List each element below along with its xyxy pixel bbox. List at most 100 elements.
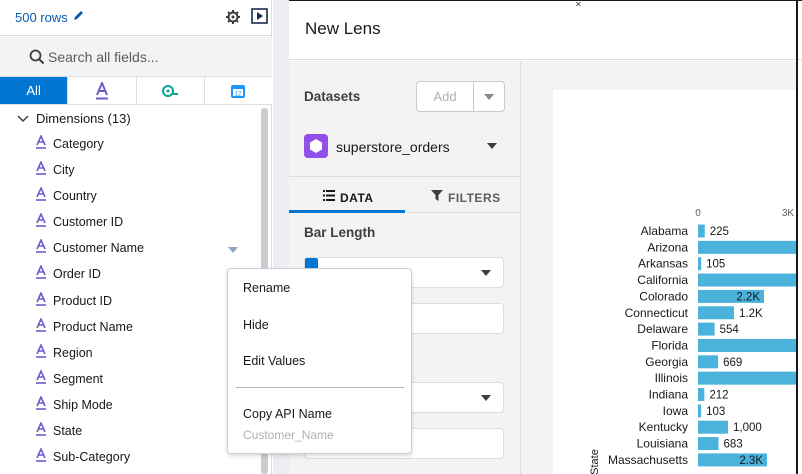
data-bar [698, 257, 702, 271]
text-field-icon [36, 317, 46, 332]
data-label: 1,000 [733, 422, 762, 434]
tab-measures[interactable] [136, 77, 205, 104]
dimension-field-list: Category City Country Customer ID Custom… [0, 132, 262, 471]
menu-item-edit-values[interactable]: Edit Values [243, 354, 305, 368]
search-input[interactable] [48, 45, 258, 69]
category-label: Kentucky [639, 420, 688, 434]
field-label: Region [53, 345, 93, 360]
field-label: Sub-Category [53, 450, 131, 465]
text-field-icon [36, 265, 46, 280]
tab-data-label: DATA [340, 191, 374, 205]
text-field-icon [36, 422, 46, 436]
data-label: 103 [706, 406, 725, 418]
lens-header: New Lens [289, 0, 802, 60]
field-item-city[interactable]: City [0, 158, 262, 184]
resize-handle-icon: ✕ [575, 0, 582, 9]
text-field-icon [36, 213, 46, 228]
preview-icon[interactable] [251, 8, 268, 24]
text-field-icon [95, 81, 108, 99]
data-label: 105 [706, 259, 725, 271]
category-label: Louisiana [637, 437, 689, 451]
data-bar [698, 306, 734, 320]
tab-all-label: All [26, 83, 41, 98]
chevron-down-icon [484, 94, 494, 100]
x-tick-label: 3K [782, 208, 795, 219]
tab-data[interactable]: DATA [289, 177, 405, 213]
add-dataset-dropdown-button[interactable] [473, 81, 505, 112]
category-label: Florida [651, 338, 688, 352]
menu-divider [236, 387, 404, 388]
category-label: Indiana [649, 388, 689, 402]
menu-item-hide[interactable]: Hide [243, 318, 269, 332]
data-bar [698, 388, 705, 401]
data-bar [698, 371, 796, 385]
category-label: California [637, 273, 688, 287]
add-dataset-button[interactable]: Add [416, 81, 474, 112]
data-label: 225 [710, 226, 729, 238]
field-item-product-id[interactable]: Product ID [0, 289, 262, 315]
data-bar [698, 404, 702, 418]
field-label: City [53, 163, 75, 178]
x-tick-label: 0 [695, 208, 701, 219]
field-item-customer-id[interactable]: Customer ID [0, 210, 262, 236]
field-item-sub-category[interactable]: Sub-Category [0, 445, 262, 471]
field-label: Ship Mode [53, 397, 113, 412]
datasets-heading: Datasets [304, 89, 361, 104]
category-label: Arkansas [638, 257, 688, 271]
dimensions-section-header[interactable]: Dimensions (13) [0, 109, 262, 129]
dimensions-title: Dimensions (13) [36, 111, 131, 126]
tab-text-fields[interactable] [68, 77, 137, 104]
gear-icon[interactable] [225, 9, 241, 25]
field-type-tabs: All 12 [0, 76, 272, 105]
category-label: Georgia [645, 355, 688, 369]
window-edge [796, 0, 798, 474]
category-label: Iowa [663, 404, 689, 418]
data-label: 1.2K [739, 308, 763, 320]
y-axis-label: State [589, 449, 601, 474]
text-field-icon [36, 187, 46, 201]
page-title[interactable]: New Lens [305, 19, 381, 39]
data-bar [698, 437, 719, 451]
row-count-link[interactable]: 500 rows [15, 10, 68, 25]
field-item-customer-name[interactable]: Customer Name [0, 236, 262, 262]
text-field-icon [36, 161, 46, 175]
data-bar [698, 338, 796, 352]
pencil-icon[interactable] [72, 9, 84, 23]
field-label: Country [53, 189, 97, 204]
dataset-selector[interactable]: superstore_orders [304, 134, 504, 160]
field-item-country[interactable]: Country [0, 184, 262, 210]
tab-all[interactable]: All [0, 77, 69, 104]
field-item-segment[interactable]: Segment [0, 367, 262, 393]
field-label: Product ID [53, 293, 113, 308]
field-item-region[interactable]: Region [0, 341, 262, 367]
text-field-icon [36, 343, 46, 358]
data-bar [698, 322, 715, 336]
field-label: Segment [53, 371, 104, 386]
field-item-state[interactable]: State [0, 419, 262, 445]
data-label: 2.3K [739, 455, 763, 467]
field-label: Order ID [53, 267, 101, 282]
dataset-name: superstore_orders [336, 139, 450, 155]
tab-filters[interactable]: FILTERS [405, 177, 521, 213]
chevron-down-icon[interactable] [487, 143, 497, 149]
search-bar [0, 37, 272, 77]
field-item-order-id[interactable]: Order ID [0, 262, 262, 288]
menu-item-copy-api-name[interactable]: Copy API Name [243, 407, 332, 421]
category-label: Colorado [639, 289, 688, 303]
field-label: Product Name [53, 319, 133, 334]
bar-chart: 0 3K State Alabama 225 Arizona Arkansas 105 Cali… [589, 208, 796, 474]
tab-dates[interactable]: 12 [204, 77, 272, 104]
window-edge [289, 0, 802, 1]
field-item-ship-mode[interactable]: Ship Mode [0, 393, 262, 419]
list-icon [323, 190, 335, 201]
panel-toolbar: 500 rows [0, 0, 272, 36]
field-menu-chevron-icon[interactable] [228, 247, 238, 254]
text-field-icon [36, 448, 46, 462]
field-item-product-name[interactable]: Product Name [0, 315, 262, 341]
text-field-icon [36, 239, 46, 254]
date-field-icon: 12 [231, 84, 246, 98]
field-item-category[interactable]: Category [0, 132, 262, 158]
menu-item-rename[interactable]: Rename [243, 281, 290, 295]
field-label: Customer ID [53, 215, 124, 230]
chevron-down-icon [481, 270, 491, 276]
